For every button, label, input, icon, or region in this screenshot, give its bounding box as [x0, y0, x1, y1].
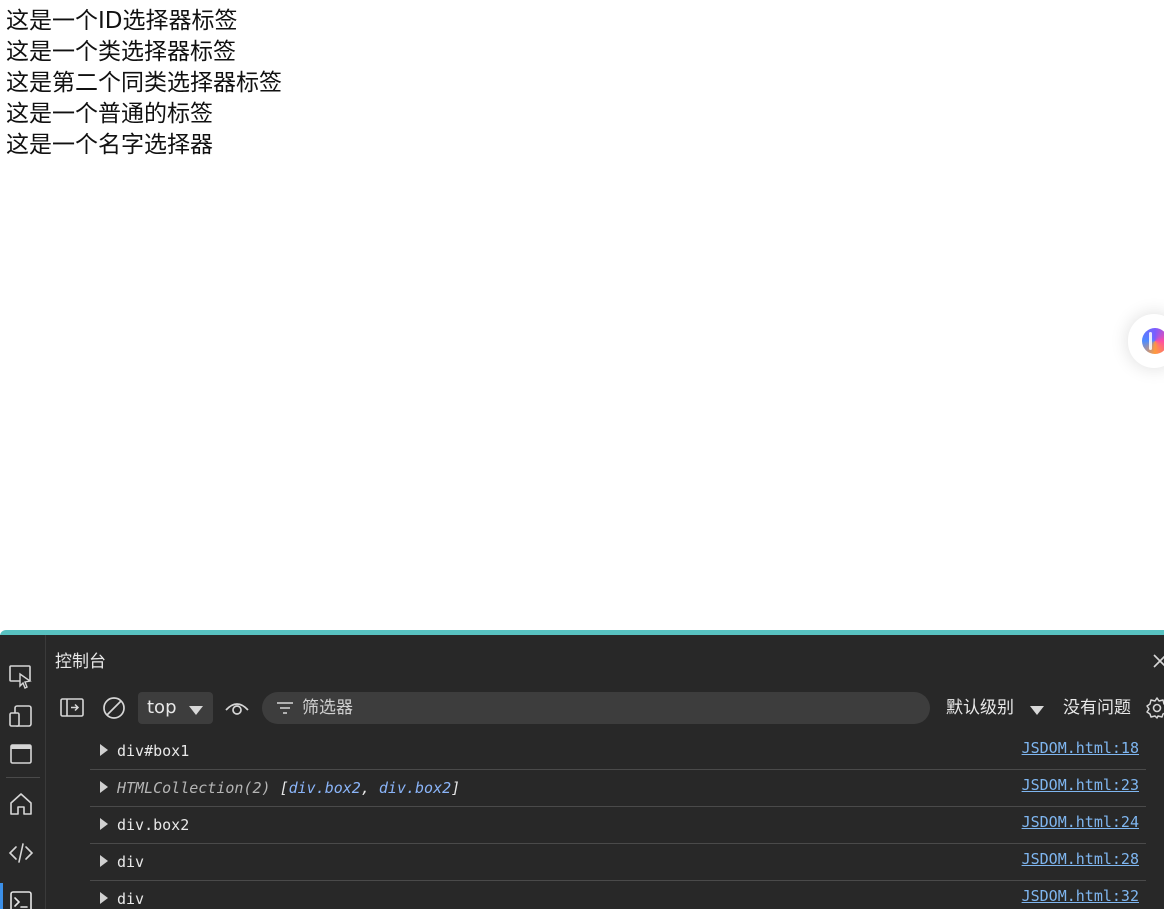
source-link[interactable]: JSDOM.html:32: [1022, 887, 1139, 905]
text-plain-tag: 这是一个普通的标签: [6, 101, 213, 127]
text-name-selector: 这是一个名字选择器: [6, 132, 213, 158]
devtools-activity-bar: [0, 635, 46, 909]
page-content: 这是一个ID选择器标签 这是一个类选择器标签 这是第二个同类选择器标签 这是一个…: [0, 0, 1164, 630]
collection-item-tag: div: [378, 779, 406, 797]
text-class-selector: 这是一个类选择器标签: [6, 39, 236, 65]
assistant-logo-icon: [1142, 328, 1164, 354]
console-messages: div#box1 JSDOM.html:18 HTMLCollection(2)…: [90, 733, 1146, 909]
bracket-open: [: [279, 779, 289, 797]
clear-icon[interactable]: [101, 695, 127, 721]
code-icon[interactable]: [6, 838, 36, 868]
console-message[interactable]: div#box1 JSDOM.html:18: [90, 733, 1146, 770]
panel-title: 控制台: [55, 652, 106, 672]
floating-assistant-button[interactable]: [1128, 314, 1164, 368]
text-id-selector: 这是一个ID选择器标签: [6, 8, 238, 34]
expand-triangle-icon[interactable]: [100, 855, 108, 867]
console-message[interactable]: div JSDOM.html:32: [90, 881, 1146, 909]
expand-triangle-icon[interactable]: [100, 892, 108, 904]
message-text: div: [117, 853, 145, 871]
source-link[interactable]: JSDOM.html:28: [1022, 850, 1139, 868]
collection-type: HTMLCollection(2): [117, 779, 280, 797]
chevron-down-icon: [1030, 706, 1044, 715]
home-icon[interactable]: [6, 789, 36, 819]
devtools-header: 控制台: [47, 635, 1164, 683]
source-link[interactable]: JSDOM.html:24: [1022, 813, 1139, 831]
chevron-down-icon: [189, 706, 203, 715]
source-link[interactable]: JSDOM.html:23: [1022, 776, 1139, 794]
settings-icon[interactable]: [1145, 696, 1164, 720]
collection-item-class: .box2: [315, 779, 361, 797]
message-text: div#box1: [117, 742, 190, 760]
console-message[interactable]: div.box2 JSDOM.html:24: [90, 807, 1146, 844]
source-link[interactable]: JSDOM.html:18: [1022, 739, 1139, 757]
expand-triangle-icon[interactable]: [100, 818, 108, 830]
log-levels-select[interactable]: 默认级别: [946, 692, 1050, 724]
device-emulation-icon[interactable]: [6, 701, 36, 731]
message-text: HTMLCollection(2) [div.box2, div.box2]: [117, 779, 460, 797]
bracket-close: ]: [451, 779, 461, 797]
message-text: div: [117, 890, 145, 908]
inspect-icon[interactable]: [6, 661, 36, 691]
separator: ,: [360, 779, 379, 797]
console-message[interactable]: div JSDOM.html:28: [90, 844, 1146, 881]
console-icon[interactable]: [6, 887, 36, 909]
context-select-value: top: [147, 697, 177, 718]
text-class-selector-2: 这是第二个同类选择器标签: [6, 70, 282, 96]
context-select[interactable]: top: [138, 692, 213, 724]
issues-counter[interactable]: 没有问题: [1063, 692, 1131, 724]
message-text: div.box2: [117, 816, 190, 834]
window-icon[interactable]: [6, 739, 36, 769]
devtools-panel: 控制台 top 默认级别 没有问题: [0, 630, 1164, 909]
collection-item-tag: div: [288, 779, 316, 797]
console-message[interactable]: HTMLCollection(2) [div.box2, div.box2] J…: [90, 770, 1146, 807]
expand-triangle-icon[interactable]: [100, 781, 108, 793]
log-levels-value: 默认级别: [946, 698, 1014, 718]
filter-input[interactable]: [302, 692, 902, 724]
expand-triangle-icon[interactable]: [100, 744, 108, 756]
filter-field[interactable]: [262, 692, 930, 724]
active-tab-indicator: [0, 883, 3, 909]
eye-icon[interactable]: [224, 695, 250, 721]
sidebar-toggle-icon[interactable]: [59, 695, 85, 721]
collection-item-class: .box2: [406, 779, 452, 797]
console-toolbar: top 默认级别 没有问题: [47, 687, 1164, 727]
close-icon[interactable]: [1152, 653, 1164, 669]
filter-icon: [277, 702, 293, 714]
